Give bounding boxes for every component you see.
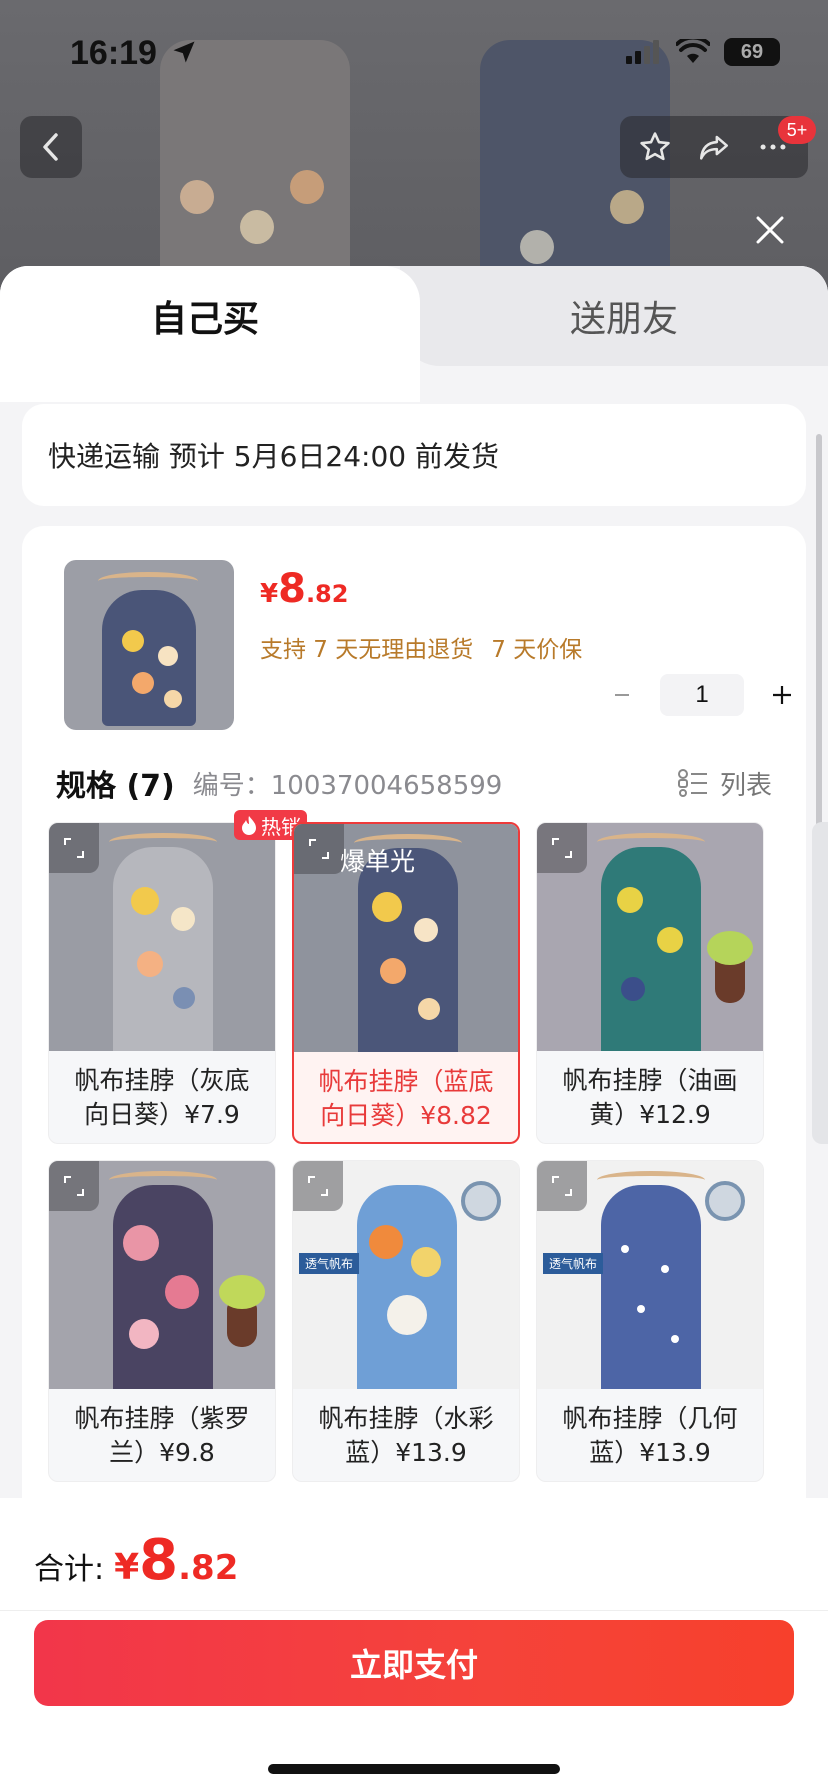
signal-icon: [626, 40, 659, 64]
status-bar: 16:19 69: [0, 0, 828, 110]
order-total: 合计: ¥ 8 .82: [34, 1528, 238, 1593]
wifi-icon: [676, 39, 710, 63]
product-options-card: ¥8.82 支持 7 天无理由退货 7 天价保 1 规格 (7) 编号：1003…: [22, 526, 828, 1566]
spec-option-gray-sunflower[interactable]: 帆布挂脖（灰底向日葵）¥7.9: [48, 822, 276, 1144]
apron-shape: [102, 590, 196, 726]
location-arrow-icon: [173, 41, 195, 63]
pay-now-button[interactable]: 立即支付: [34, 1620, 794, 1706]
battery-indicator: 69: [724, 38, 780, 66]
policy-return: 支持 7 天无理由退货: [260, 637, 474, 663]
expand-image-button[interactable]: [49, 823, 99, 873]
hanger-shape: [98, 572, 198, 590]
spec-option-label: 帆布挂脖（油画黄）¥12.9: [562, 1066, 738, 1129]
product-price: ¥8.82: [260, 566, 348, 612]
best-seller-tag: 爆单光: [340, 847, 416, 876]
close-icon[interactable]: [752, 212, 788, 248]
back-button[interactable]: [20, 116, 82, 178]
expand-image-button[interactable]: [293, 1161, 343, 1211]
spec-header: 规格 (7) 编号：10037004658599 列表: [56, 758, 786, 808]
total-symbol: ¥: [114, 1547, 140, 1588]
total-decimal: .82: [178, 1548, 239, 1588]
spec-option-label: 帆布挂脖（蓝底向日葵）¥8.82: [318, 1067, 494, 1130]
spec-option-geometric-blue[interactable]: 透气帆布 帆布挂脖（几何蓝）¥13.9: [536, 1160, 764, 1482]
notification-badge: 5+: [778, 116, 816, 144]
expand-image-button[interactable]: [294, 824, 344, 874]
spec-option-blue-sunflower[interactable]: 爆单光 帆布挂脖（蓝底向日葵）¥8.82: [292, 822, 520, 1144]
price-symbol: ¥: [260, 579, 279, 609]
price-integer: 8: [278, 566, 306, 612]
price-decimal: .82: [305, 580, 349, 608]
service-policies: 支持 7 天无理由退货 7 天价保: [260, 630, 582, 664]
expand-icon: [552, 838, 572, 858]
flame-icon: [242, 816, 256, 835]
spec-title: 规格 (7): [56, 769, 175, 804]
shipping-card: 快递运输 预计 5月6日24:00 前发货: [22, 404, 806, 506]
expand-icon: [64, 838, 84, 858]
purchase-tabs: 自己买 送朋友: [0, 266, 828, 402]
expand-image-button[interactable]: [537, 1161, 587, 1211]
total-label: 合计:: [34, 1552, 105, 1587]
expand-icon: [309, 839, 329, 859]
tab-self-buy[interactable]: 自己买: [0, 266, 410, 366]
divider: [0, 1610, 828, 1611]
plus-icon: [773, 686, 791, 704]
star-icon[interactable]: [638, 130, 672, 164]
decrease-button[interactable]: [602, 675, 642, 715]
spec-option-label: 帆布挂脖（紫罗兰）¥9.8: [74, 1404, 250, 1467]
list-view-label: 列表: [719, 770, 772, 801]
spec-option-oil-yellow[interactable]: 帆布挂脖（油画黄）¥12.9: [536, 822, 764, 1144]
home-indicator: [268, 1764, 560, 1774]
spec-option-label: 帆布挂脖（灰底向日葵）¥7.9: [74, 1066, 250, 1129]
quantity-value[interactable]: 1: [660, 674, 744, 716]
product-thumbnail[interactable]: [64, 560, 234, 730]
expand-image-button[interactable]: [49, 1161, 99, 1211]
fabric-tag: 透气帆布: [299, 1253, 360, 1274]
status-time: 16:19: [70, 34, 157, 72]
total-integer: 8: [139, 1528, 179, 1593]
chevron-left-icon: [43, 133, 58, 161]
expand-icon: [308, 1176, 328, 1196]
spec-option-next-peek[interactable]: [812, 822, 828, 1144]
list-view-toggle[interactable]: 列表: [677, 765, 772, 802]
shipping-estimate: 快递运输 预计 5月6日24:00 前发货: [48, 440, 500, 473]
expand-icon: [552, 1176, 572, 1196]
share-icon[interactable]: [696, 130, 732, 164]
fabric-tag: 透气帆布: [543, 1253, 604, 1274]
tab-gift-friend[interactable]: 送朋友: [420, 266, 828, 366]
expand-icon: [64, 1176, 84, 1196]
spec-option-watercolor-blue[interactable]: 透气帆布 帆布挂脖（水彩蓝）¥13.9: [292, 1160, 520, 1482]
increase-button[interactable]: [762, 675, 802, 715]
spec-option-label: 帆布挂脖（水彩蓝）¥13.9: [318, 1404, 494, 1467]
list-icon: [677, 769, 707, 797]
spec-option-violet[interactable]: 帆布挂脖（紫罗兰）¥9.8: [48, 1160, 276, 1482]
product-code: 编号：10037004658599: [192, 770, 503, 801]
expand-image-button[interactable]: [537, 823, 587, 873]
policy-price-protect: 7 天价保: [491, 637, 583, 663]
quantity-stepper: 1: [602, 674, 802, 716]
minus-icon: [615, 694, 629, 696]
checkout-footer: 合计: ¥ 8 .82 立即支付: [0, 1498, 828, 1792]
spec-option-label: 帆布挂脖（几何蓝）¥13.9: [562, 1404, 738, 1467]
